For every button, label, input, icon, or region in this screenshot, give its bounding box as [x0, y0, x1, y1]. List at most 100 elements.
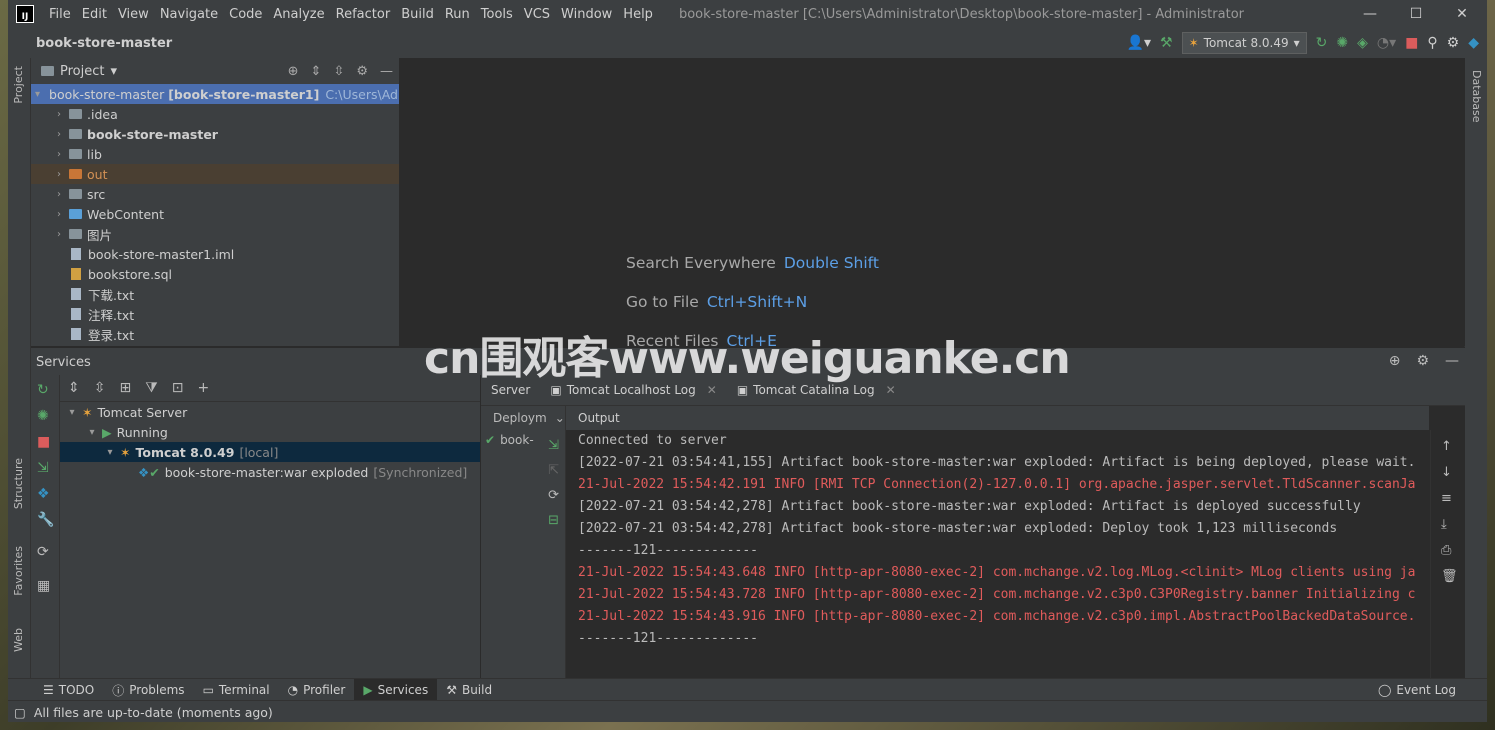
chevron-right-icon[interactable]: ›: [53, 229, 65, 240]
tomcat-server-node[interactable]: ▾ ✶ Tomcat Server: [60, 402, 480, 422]
hide-icon[interactable]: —: [1445, 353, 1459, 369]
chevron-right-icon[interactable]: ›: [53, 109, 65, 120]
chevron-right-icon[interactable]: ›: [53, 149, 65, 160]
menu-navigate[interactable]: Navigate: [155, 7, 224, 22]
tree-item[interactable]: › .idea: [31, 104, 399, 124]
chevron-right-icon[interactable]: ›: [53, 169, 65, 180]
tree-item[interactable]: 下载.txt: [31, 284, 399, 304]
project-view-selector[interactable]: Project ▾: [41, 64, 117, 79]
tree-item[interactable]: › WebContent: [31, 204, 399, 224]
new-tab-icon[interactable]: ⊡: [172, 380, 184, 396]
tree-item[interactable]: › src: [31, 184, 399, 204]
output-console[interactable]: Output Connected to server [2022-07-21 03…: [566, 406, 1429, 678]
trash-icon[interactable]: 🗑: [1441, 570, 1458, 583]
profile-icon[interactable]: ◔▾: [1377, 36, 1396, 50]
print-icon[interactable]: ⎙: [1441, 544, 1451, 557]
menu-file[interactable]: File: [44, 7, 77, 22]
deploy-icon[interactable]: ⇲: [548, 438, 559, 453]
menu-run[interactable]: Run: [440, 7, 476, 22]
minimize-button[interactable]: —: [1347, 0, 1393, 28]
layout-icon[interactable]: ▦: [37, 579, 50, 593]
tree-item[interactable]: bookstore.sql: [31, 264, 399, 284]
refresh-icon[interactable]: ⟳: [548, 488, 559, 503]
menu-view[interactable]: View: [113, 7, 155, 22]
hide-icon[interactable]: —: [380, 64, 393, 79]
gear-icon[interactable]: ⚙: [1416, 353, 1429, 369]
add-service-icon[interactable]: +: [197, 380, 209, 396]
breadcrumb[interactable]: book-store-master: [36, 36, 172, 51]
collapse-all-icon[interactable]: ⇳: [333, 64, 344, 79]
tab-build[interactable]: ⚒ Build: [437, 679, 501, 701]
deploy-icon[interactable]: ⇲: [37, 461, 49, 475]
chevron-down-icon[interactable]: ▾: [86, 427, 98, 438]
expand-all-icon[interactable]: ⇕: [68, 380, 80, 396]
tab-services[interactable]: ▶ Services: [354, 679, 438, 701]
refresh-icon[interactable]: ⟳: [37, 545, 49, 559]
menu-tools[interactable]: Tools: [476, 7, 519, 22]
debug-icon[interactable]: ✺: [37, 409, 49, 423]
arrow-down-icon[interactable]: ↓: [1441, 466, 1452, 479]
debug-icon[interactable]: ✺: [1336, 36, 1348, 50]
menu-window[interactable]: Window: [556, 7, 618, 22]
menu-build[interactable]: Build: [396, 7, 440, 22]
chevron-down-icon[interactable]: ▾: [66, 407, 78, 418]
web-tool-tab[interactable]: Web: [12, 628, 25, 652]
tab-problems[interactable]: ⓘ Problems: [103, 679, 193, 701]
menu-vcs[interactable]: VCS: [519, 7, 556, 22]
tree-item[interactable]: 登录.txt: [31, 324, 399, 344]
user-icon[interactable]: 👤▾: [1127, 36, 1151, 50]
scroll-to-end-icon[interactable]: ⤓: [1441, 518, 1447, 531]
filter-icon[interactable]: ⧩: [145, 380, 158, 396]
tree-item[interactable]: › 图片: [31, 224, 399, 244]
menu-refactor[interactable]: Refactor: [331, 7, 397, 22]
chevron-right-icon[interactable]: ›: [53, 129, 65, 140]
tree-root[interactable]: ▾ book-store-master [book-store-master1]…: [31, 84, 399, 104]
search-icon[interactable]: ⚲: [1427, 36, 1437, 50]
close-window-button[interactable]: ✕: [1439, 0, 1485, 28]
tab-profiler[interactable]: ◔ Profiler: [279, 679, 355, 701]
group-by-icon[interactable]: ⊞: [119, 380, 131, 396]
build-hammer-icon[interactable]: ⚒: [1160, 36, 1173, 50]
settings-gear-icon[interactable]: ⚙: [1447, 36, 1460, 50]
update-icon[interactable]: ⊟: [548, 513, 559, 528]
rerun-icon[interactable]: ↻: [37, 383, 49, 397]
menu-analyze[interactable]: Analyze: [268, 7, 330, 22]
tree-item[interactable]: › book-store-master: [31, 124, 399, 144]
structure-tool-tab[interactable]: Structure: [12, 458, 25, 509]
tree-item[interactable]: › out: [31, 164, 399, 184]
coverage-icon[interactable]: ◈: [1357, 36, 1368, 50]
database-tool-tab[interactable]: Database: [1470, 70, 1483, 123]
artifact-node[interactable]: ❖ ✔ book-store-master:war exploded [Sync…: [60, 462, 480, 482]
tree-item[interactable]: › lib: [31, 144, 399, 164]
soft-wrap-icon[interactable]: ≡: [1441, 492, 1452, 505]
tab-terminal[interactable]: ▭ Terminal: [194, 679, 279, 701]
chevron-down-icon[interactable]: ▾: [35, 89, 40, 100]
wrench-icon[interactable]: 🔧: [37, 513, 54, 527]
tab-todo[interactable]: ☰ TODO: [34, 679, 103, 701]
rerun-icon[interactable]: ↻: [1316, 36, 1328, 50]
favorites-tool-tab[interactable]: Favorites: [12, 546, 25, 596]
menu-code[interactable]: Code: [224, 7, 268, 22]
tree-item[interactable]: book-store-master1.iml: [31, 244, 399, 264]
undeploy-icon[interactable]: ⇱: [548, 463, 559, 478]
maximize-button[interactable]: ☐: [1393, 0, 1439, 28]
chevron-down-icon[interactable]: ▾: [104, 447, 116, 458]
arrow-up-icon[interactable]: ↑: [1441, 440, 1452, 453]
locate-icon[interactable]: ⊕: [288, 64, 299, 79]
tree-item[interactable]: 注释.txt: [31, 304, 399, 324]
expand-all-icon[interactable]: ⇕: [311, 64, 322, 79]
toolbox-icon[interactable]: ◆: [1468, 36, 1479, 50]
collapse-all-icon[interactable]: ⇳: [94, 380, 106, 396]
chevron-down-icon[interactable]: ⌄: [555, 411, 565, 425]
run-configuration-select[interactable]: ✶ Tomcat 8.0.49 ▾: [1181, 32, 1307, 54]
running-node[interactable]: ▾ ▶ Running: [60, 422, 480, 442]
artifacts-icon[interactable]: ❖: [37, 487, 50, 501]
chevron-right-icon[interactable]: ›: [53, 189, 65, 200]
layout-toggle-icon[interactable]: ▢: [14, 705, 26, 720]
chevron-right-icon[interactable]: ›: [53, 209, 65, 220]
crosshair-icon[interactable]: ⊕: [1389, 353, 1401, 369]
tab-event-log[interactable]: ◯ Event Log: [1369, 679, 1465, 701]
gear-icon[interactable]: ⚙: [356, 64, 368, 79]
project-tool-tab[interactable]: Project: [12, 66, 25, 104]
menu-edit[interactable]: Edit: [77, 7, 113, 22]
